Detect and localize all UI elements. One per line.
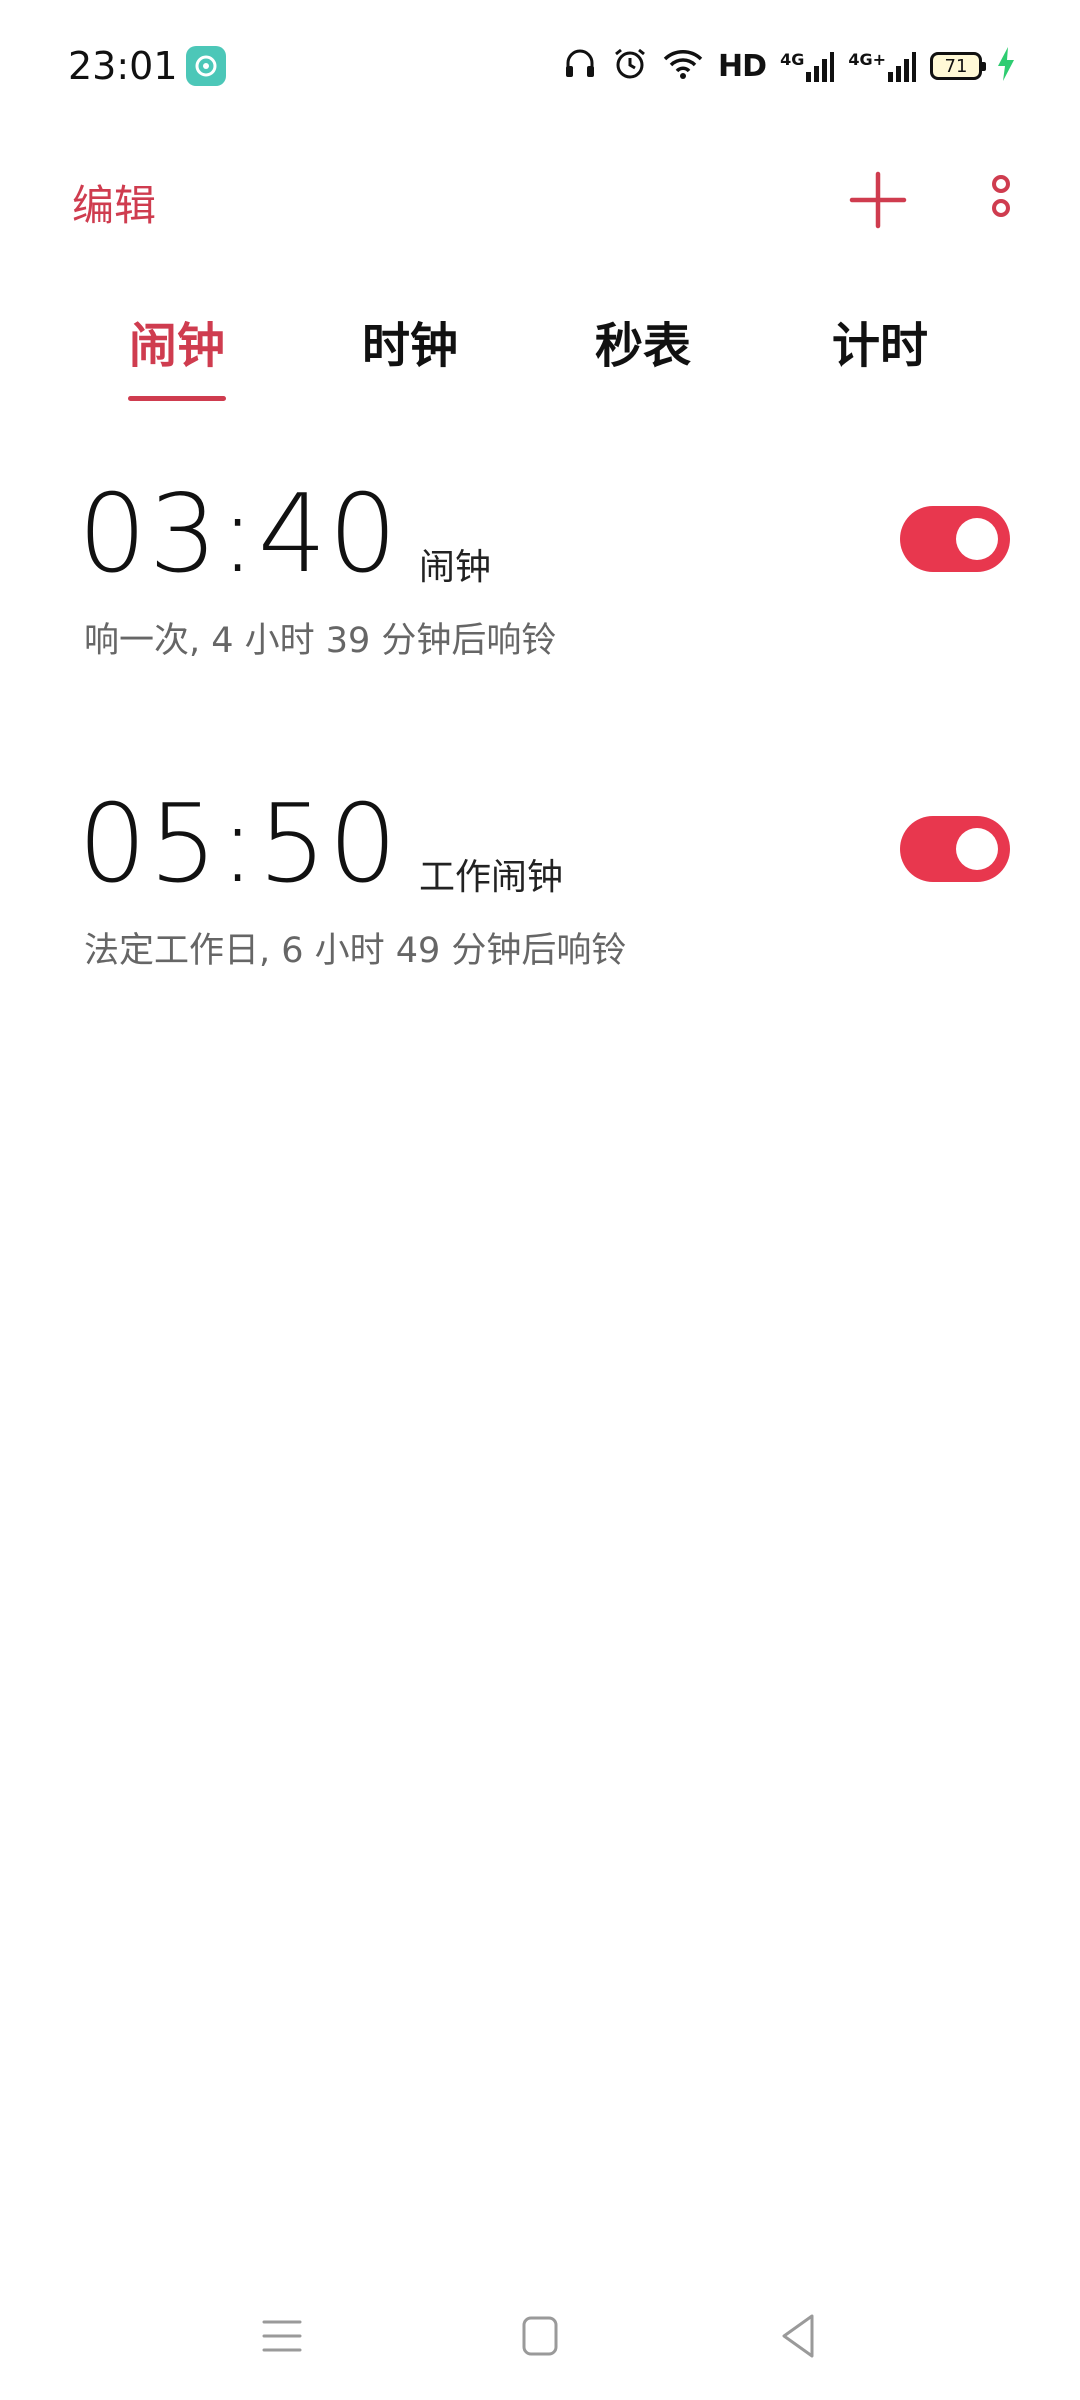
back-triangle-icon xyxy=(768,2314,828,2370)
alarm-subtitle: 法定工作日, 6 小时 49 分钟后响铃 xyxy=(84,931,627,971)
toggle-knob xyxy=(956,828,998,870)
tab-timer[interactable]: 计时 xyxy=(790,306,970,376)
add-alarm-button[interactable] xyxy=(846,168,910,232)
battery-level: 71 xyxy=(944,55,968,77)
tab-alarm[interactable]: 闹钟 xyxy=(87,306,267,376)
alarm-time: 03:40 xyxy=(78,472,400,597)
square-icon xyxy=(510,2316,570,2370)
headset-icon xyxy=(562,46,598,86)
alarm-toggle[interactable] xyxy=(900,816,1010,882)
wifi-icon xyxy=(662,47,704,85)
hd-label: HD xyxy=(718,48,767,84)
charging-icon xyxy=(996,47,1016,85)
tab-bar: 闹钟 时钟 秒表 计时 xyxy=(0,290,1080,410)
app-notification-icon xyxy=(186,46,226,86)
alarm-clock-icon xyxy=(612,46,648,86)
alarm-item[interactable]: 03:40 闹钟 响一次, 4 小时 39 分钟后响铃 xyxy=(0,470,1080,740)
back-button[interactable] xyxy=(768,2306,828,2366)
toggle-knob xyxy=(956,518,998,560)
active-tab-indicator xyxy=(128,396,226,401)
alarm-toggle[interactable] xyxy=(900,506,1010,572)
status-icons: HD 4G 4G+ 71 xyxy=(562,44,1016,88)
alarm-subtitle: 响一次, 4 小时 39 分钟后响铃 xyxy=(84,621,557,661)
alarm-time: 05:50 xyxy=(78,782,400,907)
tab-clock[interactable]: 时钟 xyxy=(320,306,500,376)
toolbar: 编辑 xyxy=(0,150,1080,260)
recent-apps-button[interactable] xyxy=(252,2306,312,2366)
navigation-bar xyxy=(0,2290,1080,2380)
alarm-label: 闹钟 xyxy=(419,547,492,588)
alarm-label: 工作闹钟 xyxy=(419,857,564,898)
cellular-signal-icon-1: 4G xyxy=(780,50,835,82)
status-bar: 23:01 HD 4G 4G+ 71 xyxy=(0,0,1080,130)
edit-button[interactable]: 编辑 xyxy=(72,172,156,233)
status-time: 23:01 xyxy=(68,44,178,88)
tab-stopwatch[interactable]: 秒表 xyxy=(553,306,733,376)
alarm-item[interactable]: 05:50 工作闹钟 法定工作日, 6 小时 49 分钟后响铃 xyxy=(0,780,1080,1050)
home-button[interactable] xyxy=(510,2306,570,2366)
more-vertical-icon xyxy=(976,175,1026,238)
more-options-button[interactable] xyxy=(976,174,1026,234)
menu-icon xyxy=(252,2320,312,2370)
battery-icon: 71 xyxy=(930,52,986,80)
plus-icon xyxy=(846,171,910,236)
cellular-signal-icon-2: 4G+ xyxy=(848,50,916,82)
